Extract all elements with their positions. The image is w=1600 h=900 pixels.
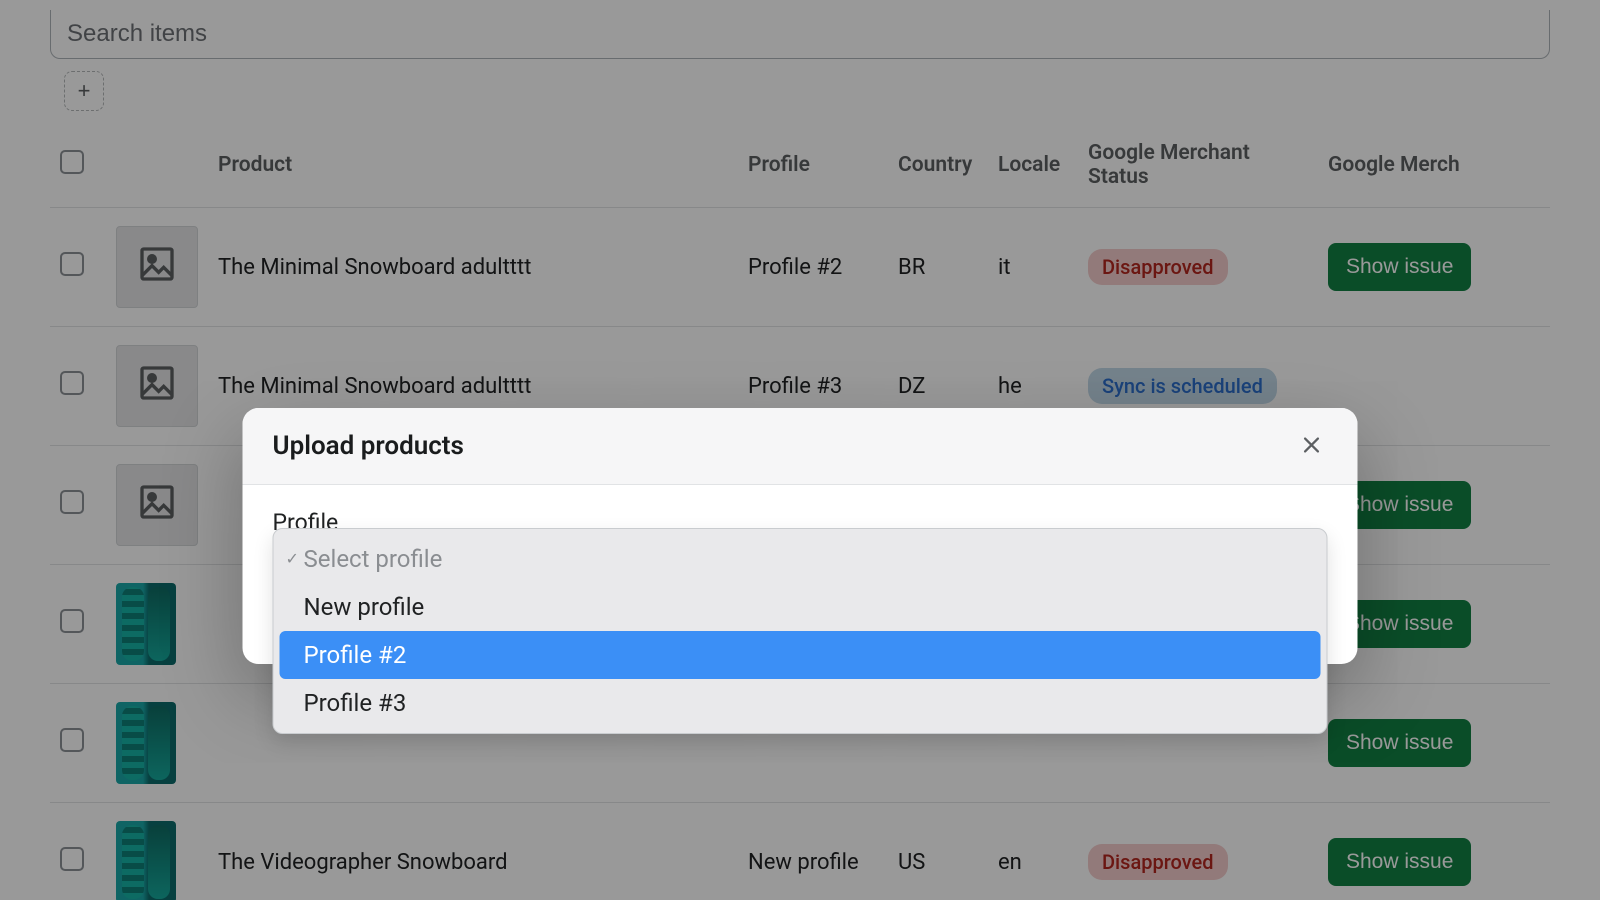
upload-products-modal: Upload products Profile Select profile N…: [243, 408, 1358, 664]
profile-option-2[interactable]: Profile #2: [280, 631, 1321, 679]
profile-dropdown-list: Select profile New profile Profile #2 Pr…: [273, 528, 1328, 734]
profile-option-placeholder[interactable]: Select profile: [280, 535, 1321, 583]
modal-title: Upload products: [273, 431, 464, 461]
profile-option-3[interactable]: Profile #3: [280, 679, 1321, 727]
modal-header: Upload products: [243, 408, 1358, 485]
profile-option-new[interactable]: New profile: [280, 583, 1321, 631]
modal-close-button[interactable]: [1296, 430, 1328, 462]
products-page: + Product Profile Country Locale Google …: [0, 0, 1600, 900]
close-icon: [1301, 434, 1323, 459]
